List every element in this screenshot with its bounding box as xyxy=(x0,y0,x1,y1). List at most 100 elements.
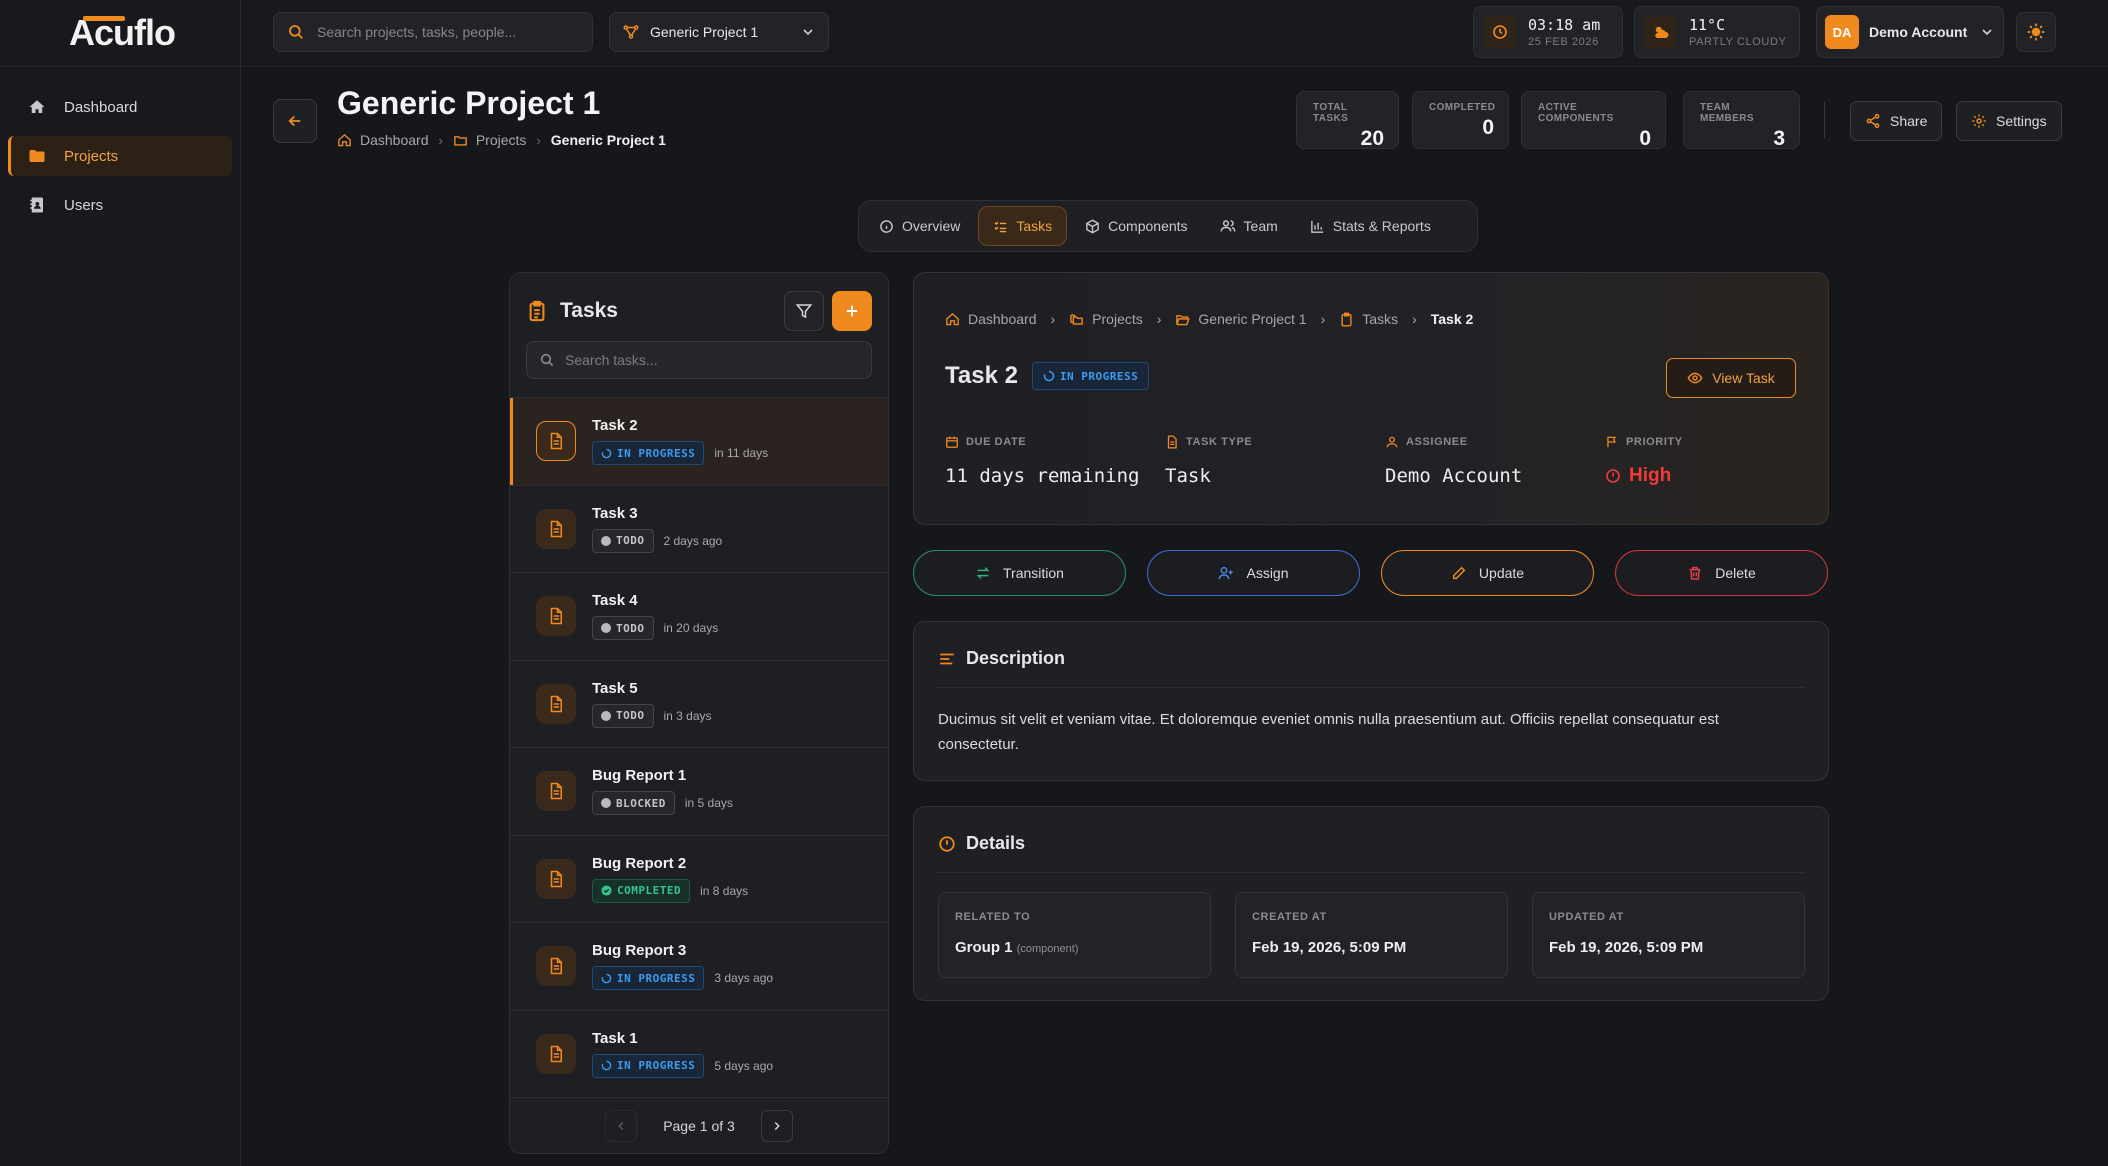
task-name: Task 5 xyxy=(592,679,638,697)
sidebar-item-dashboard[interactable]: Dashboard xyxy=(8,87,232,127)
clipboard-icon xyxy=(526,300,548,322)
breadcrumb-dashboard[interactable]: Dashboard xyxy=(337,132,429,148)
detail-related-to: RELATED TO Group 1 (component) xyxy=(938,892,1211,978)
field-priority: PRIORITY High xyxy=(1605,435,1825,487)
detail-sub: (component) xyxy=(1016,943,1079,955)
next-page-button[interactable] xyxy=(760,1109,793,1142)
tab-stats-reports[interactable]: Stats & Reports xyxy=(1296,206,1445,246)
weather-widget: 11°C PARTLY CLOUDY xyxy=(1634,6,1800,58)
status-text: TODO xyxy=(616,709,645,723)
detail-value[interactable]: Group 1 xyxy=(955,939,1013,956)
task-list-item[interactable]: Task 3 TODO 2 days ago xyxy=(510,484,888,573)
chevron-right-icon: › xyxy=(438,132,443,148)
home-icon xyxy=(28,98,46,116)
field-assignee: ASSIGNEE Demo Account xyxy=(1385,435,1605,487)
global-search-input[interactable] xyxy=(317,24,577,40)
weather-condition: PARTLY CLOUDY xyxy=(1689,36,1787,48)
stat-total-tasks: TOTAL TASKS 20 xyxy=(1296,91,1399,150)
spinner-icon xyxy=(601,1060,612,1071)
sidebar-item-label: Projects xyxy=(64,147,119,165)
task-detail-card: Dashboard › Projects › Generic Project 1… xyxy=(913,272,1829,525)
cube-icon xyxy=(1085,218,1100,234)
tab-overview[interactable]: Overview xyxy=(865,206,974,246)
pencil-icon xyxy=(1451,565,1467,581)
transition-button[interactable]: Transition xyxy=(913,550,1126,596)
field-label: DUE DATE xyxy=(966,436,1027,448)
back-button[interactable] xyxy=(273,99,317,143)
delete-label: Delete xyxy=(1715,565,1756,581)
task-list-item[interactable]: Task 4 TODO in 20 days xyxy=(510,572,888,660)
task-list-item[interactable]: Task 1 IN PROGRESS 5 days ago xyxy=(510,1009,888,1098)
breadcrumb-dashboard[interactable]: Dashboard xyxy=(945,311,1037,327)
share-button[interactable]: Share xyxy=(1850,101,1943,141)
home-icon xyxy=(337,133,352,148)
document-icon xyxy=(536,683,576,724)
breadcrumb-project[interactable]: Generic Project 1 xyxy=(1175,311,1307,327)
task-list-item[interactable]: Bug Report 2 COMPLETED in 8 days xyxy=(510,834,888,923)
filter-icon xyxy=(795,302,813,320)
users-icon xyxy=(1220,218,1236,234)
breadcrumb: Dashboard › Projects › Generic Project 1 xyxy=(337,132,666,148)
address-book-icon xyxy=(28,196,46,214)
assign-label: Assign xyxy=(1246,565,1289,581)
flag-icon xyxy=(1605,435,1619,449)
spinner-icon xyxy=(601,448,612,459)
status-text: IN PROGRESS xyxy=(617,446,696,460)
spinner-icon xyxy=(601,973,612,984)
settings-button[interactable]: Settings xyxy=(1956,101,2062,141)
global-search[interactable] xyxy=(273,12,593,52)
status-text: IN PROGRESS xyxy=(617,971,696,985)
task-search-input[interactable] xyxy=(565,352,855,368)
stat-completed: COMPLETED 0 xyxy=(1412,91,1509,149)
tab-label: Team xyxy=(1243,218,1278,234)
gear-icon xyxy=(1971,113,1987,129)
sidebar-item-users[interactable]: Users xyxy=(8,185,232,225)
add-task-button[interactable] xyxy=(832,291,872,331)
tab-tasks[interactable]: Tasks xyxy=(978,206,1068,246)
assign-button[interactable]: Assign xyxy=(1147,550,1360,596)
breadcrumb-projects[interactable]: Projects xyxy=(453,132,526,148)
sidebar-item-label: Users xyxy=(64,196,104,214)
task-list-item[interactable]: Bug Report 3 IN PROGRESS 3 days ago xyxy=(510,922,888,1010)
update-label: Update xyxy=(1478,565,1525,581)
view-task-button[interactable]: View Task xyxy=(1666,358,1796,398)
chevron-right-icon xyxy=(770,1119,784,1133)
stat-label: ACTIVE COMPONENTS xyxy=(1538,102,1614,124)
tab-components[interactable]: Components xyxy=(1071,206,1201,246)
prev-page-button[interactable] xyxy=(605,1109,638,1142)
sidebar-nav: Dashboard Projects Users xyxy=(0,67,240,254)
task-list-item[interactable]: Task 2 IN PROGRESS in 11 days xyxy=(510,397,888,485)
view-task-label: View Task xyxy=(1712,370,1775,386)
field-value: 11 days remaining xyxy=(945,465,1140,487)
update-button[interactable]: Update xyxy=(1381,550,1594,596)
document-icon xyxy=(536,946,576,987)
field-label: PRIORITY xyxy=(1626,436,1683,448)
status-text: TODO xyxy=(616,621,645,635)
stat-team-members: TEAM MEMBERS 3 xyxy=(1683,91,1800,150)
document-icon xyxy=(536,858,576,899)
theme-toggle-button[interactable] xyxy=(2016,12,2056,52)
project-selector[interactable]: Generic Project 1 xyxy=(609,12,829,52)
breadcrumb-label: Tasks xyxy=(1362,311,1399,327)
task-list-item[interactable]: Bug Report 1 BLOCKED in 5 days xyxy=(510,747,888,835)
breadcrumb-label: Dashboard xyxy=(968,311,1037,327)
delete-button[interactable]: Delete xyxy=(1615,550,1828,596)
task-search[interactable] xyxy=(526,341,872,379)
settings-label: Settings xyxy=(1996,113,2047,129)
task-list-item[interactable]: Task 5 TODO in 3 days xyxy=(510,659,888,748)
checklist-icon xyxy=(993,219,1008,234)
filter-button[interactable] xyxy=(784,291,824,331)
detail-label: RELATED TO xyxy=(955,911,1031,923)
tab-team[interactable]: Team xyxy=(1206,206,1292,246)
transition-label: Transition xyxy=(1003,565,1064,581)
breadcrumb-projects[interactable]: Projects xyxy=(1069,311,1143,327)
field-value: High xyxy=(1629,465,1672,486)
project-tabs: Overview Tasks Components Team Stats & R… xyxy=(858,200,1478,252)
status-text: BLOCKED xyxy=(616,796,666,810)
breadcrumb-tasks[interactable]: Tasks xyxy=(1339,311,1398,327)
app-logo[interactable]: Acuflo xyxy=(65,12,176,54)
home-icon xyxy=(945,312,960,327)
priority-value: High xyxy=(1605,465,1825,487)
account-menu[interactable]: DA Demo Account xyxy=(1816,6,2004,58)
sidebar-item-projects[interactable]: Projects xyxy=(8,136,232,176)
